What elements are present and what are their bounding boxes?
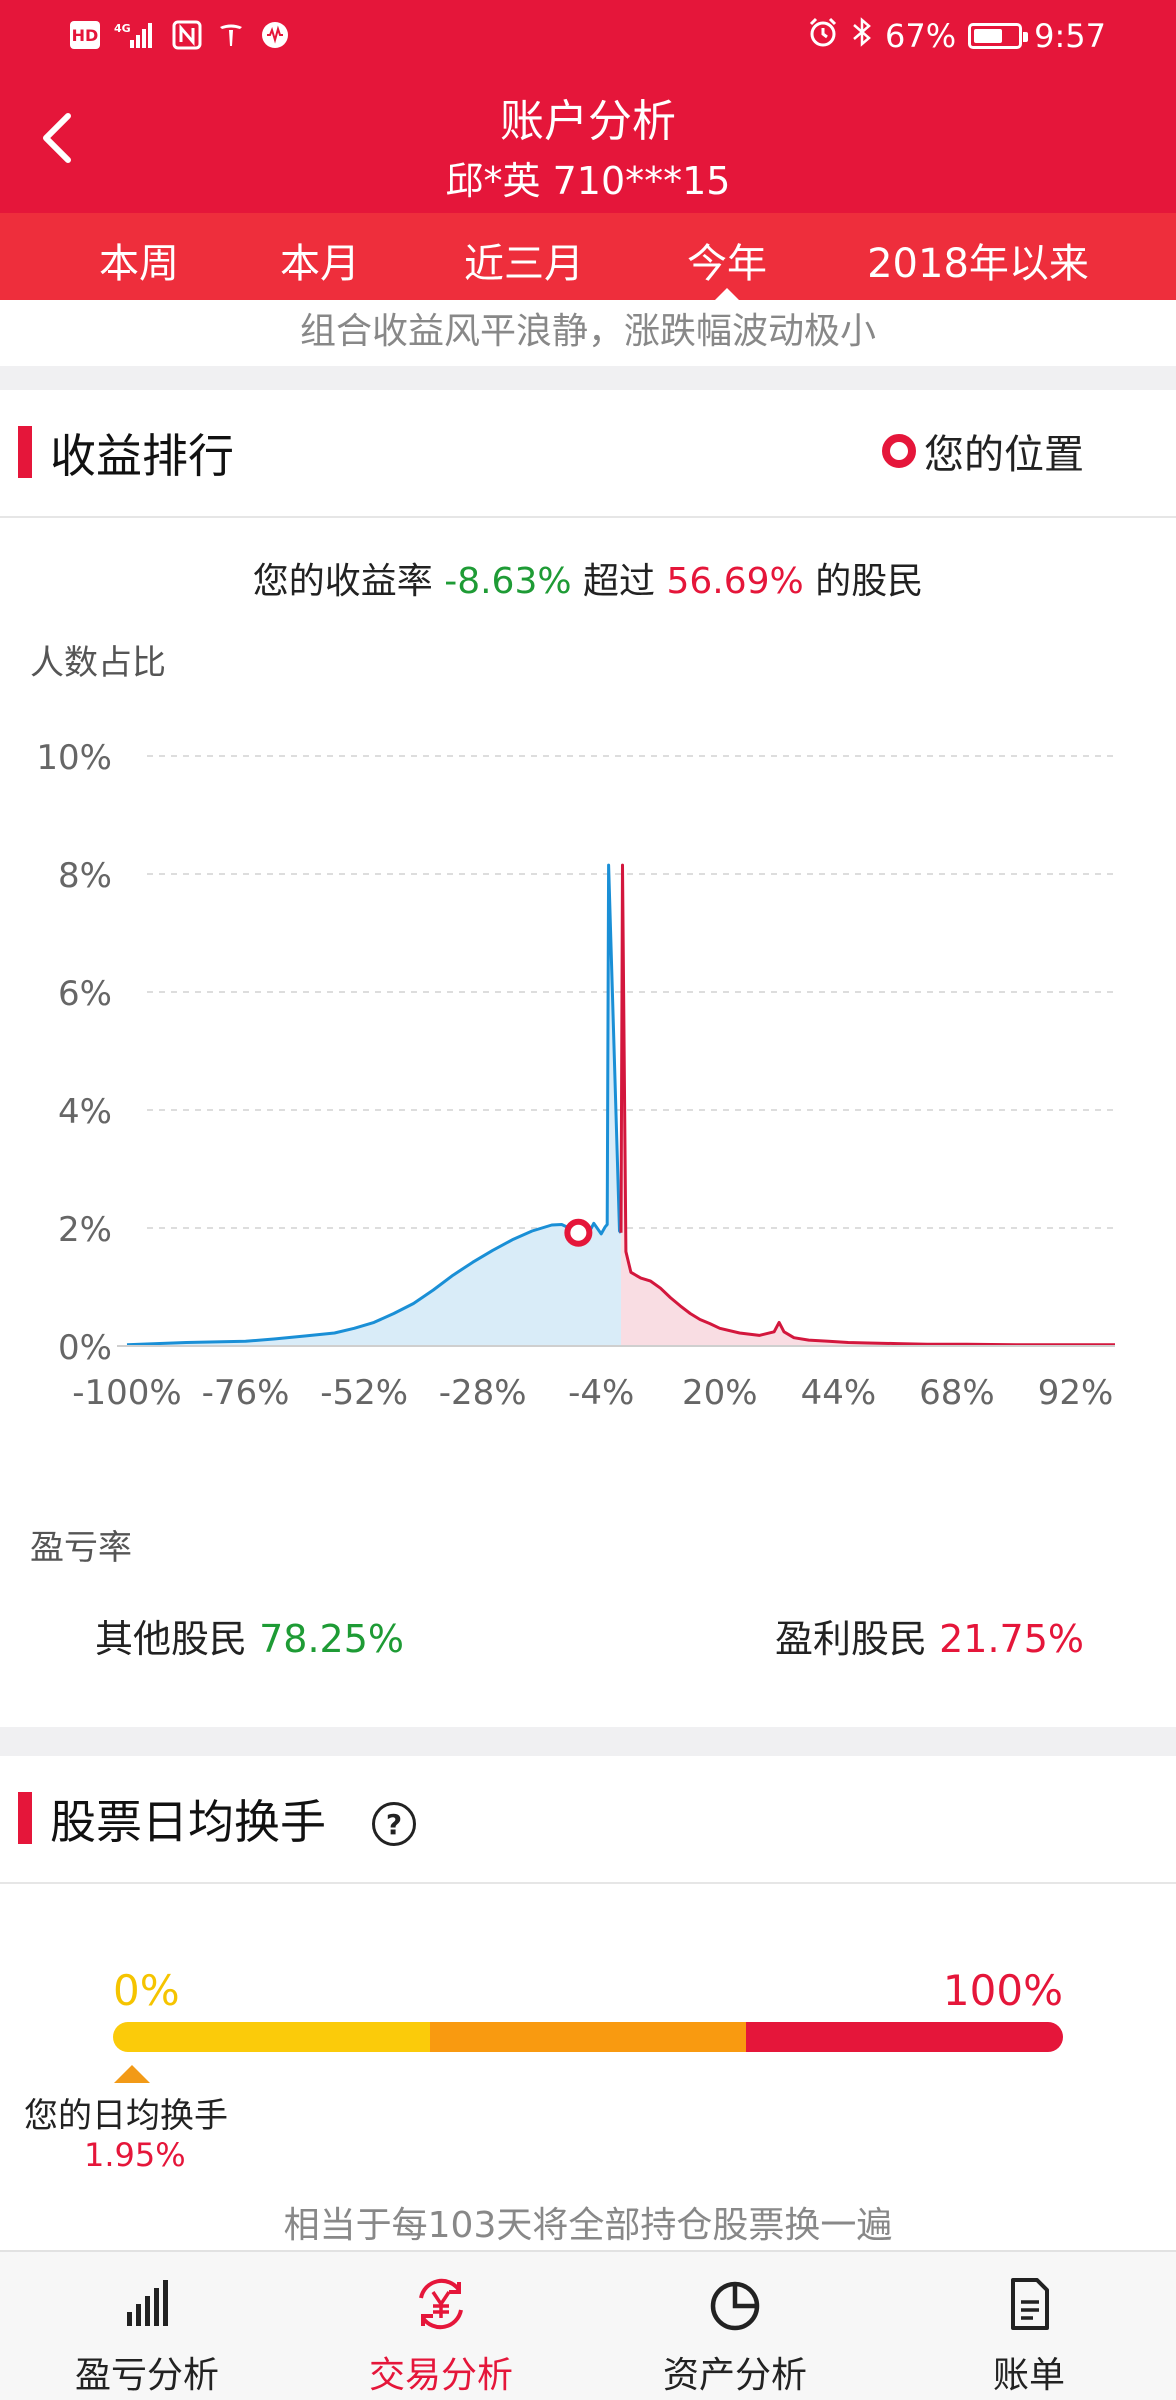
other-investors-value: 78.25% xyxy=(259,1617,405,1661)
page-title: 账户分析 xyxy=(500,96,676,147)
signal-4g-icon: 4G xyxy=(114,18,158,52)
ring-marker-icon xyxy=(882,434,916,468)
x-tick-label: 44% xyxy=(801,1373,877,1413)
tesla-icon xyxy=(216,18,246,52)
account-subtitle: 邱*英 710***15 xyxy=(445,159,731,203)
svg-text:4G: 4G xyxy=(114,22,131,35)
tab-this-year[interactable]: 今年 xyxy=(687,231,767,302)
x-tick-label: -4% xyxy=(568,1373,634,1413)
help-icon[interactable]: ? xyxy=(372,1802,416,1846)
turnover-segment-high xyxy=(746,2022,1063,2052)
description-strip: 组合收益风平浪静，涨跌幅波动极小 xyxy=(0,300,1176,366)
turnover-scale-bar xyxy=(113,2022,1063,2052)
section-accent-bar xyxy=(18,1792,32,1844)
return-distribution-chart: 0% 2% 4% 6% 8% 10% -100% -76% -52% -28% -4% 20% 44% 6… xyxy=(36,738,1115,1413)
section-accent-bar xyxy=(18,426,32,478)
alarm-icon xyxy=(807,16,839,56)
turnover-card: 股票日均换手 ? 0% 100% 您的日均换手 1.95% 相当于每103天将全… xyxy=(0,1756,1176,2250)
your-turnover-label: 您的日均换手 xyxy=(24,2096,228,2136)
turnover-header: 股票日均换手 ? xyxy=(0,1756,1176,1884)
y-tick-label: 0% xyxy=(58,1328,112,1368)
bottom-navigation: 盈亏分析 交易分析 资产分析 账单 xyxy=(0,2250,1176,2400)
yen-exchange-icon xyxy=(419,2278,463,2330)
turnover-marker xyxy=(113,2065,150,2083)
status-bar: HD 4G 67% 9:57 xyxy=(0,0,1176,72)
ranking-card: 收益排行 您的位置 您的收益率 -8.63% 超过 56.69% 的股民 人数占… xyxy=(0,390,1176,1727)
y-tick-label: 10% xyxy=(36,738,112,778)
turnover-segment-mid xyxy=(429,2022,747,2052)
period-tabs: 本周 本月 近三月 今年 2018年以来 xyxy=(0,213,1176,302)
audio-icon xyxy=(260,18,290,52)
profitable-investors-stat: 盈利股民 21.75% xyxy=(774,1617,1084,1661)
x-tick-label: -52% xyxy=(320,1373,408,1413)
ranking-header: 收益排行 您的位置 xyxy=(0,390,1176,518)
turnover-max-label: 100% xyxy=(942,1966,1063,2015)
status-right-icons: 67% 9:57 xyxy=(807,16,1106,56)
bar-chart-icon xyxy=(127,2280,168,2326)
loss-area xyxy=(127,865,621,1346)
your-position-legend: 您的位置 xyxy=(882,422,1084,480)
x-tick-label: 92% xyxy=(1038,1373,1114,1413)
turnover-title: 股票日均换手 xyxy=(50,1795,326,1849)
other-investors-stat: 其他股民 78.25% xyxy=(95,1617,405,1661)
tab-this-week[interactable]: 本周 xyxy=(99,231,179,289)
x-tick-label: -28% xyxy=(439,1373,527,1413)
x-tick-label: -100% xyxy=(72,1373,181,1413)
nav-asset-analysis[interactable]: 资产分析 xyxy=(588,2252,882,2400)
profitable-investors-value: 21.75% xyxy=(939,1617,1084,1661)
tab-since-2018[interactable]: 2018年以来 xyxy=(867,231,1089,289)
document-icon xyxy=(1011,2278,1049,2330)
your-return-rate: -8.63% xyxy=(444,561,572,602)
your-turnover-value: 1.95% xyxy=(84,2136,186,2174)
profit-area xyxy=(621,865,1115,1346)
clock: 9:57 xyxy=(1034,17,1106,55)
profit-series-line xyxy=(619,863,1115,1347)
nfc-icon xyxy=(172,18,202,52)
ranking-title: 收益排行 xyxy=(50,429,234,483)
battery-percent: 67% xyxy=(885,17,957,55)
y-tick-label: 6% xyxy=(58,974,112,1014)
x-axis-title: 盈亏率 xyxy=(30,1528,132,1568)
x-tick-label: 20% xyxy=(682,1373,758,1413)
y-tick-label: 4% xyxy=(58,1092,112,1132)
pie-chart-icon xyxy=(710,2281,760,2331)
app-header: HD 4G 67% 9:57 账户分析 邱*英 710***15 本周 本月 近… xyxy=(0,0,1176,302)
tab-this-month[interactable]: 本月 xyxy=(280,231,360,289)
description-text: 组合收益风平浪静，涨跌幅波动极小 xyxy=(299,311,876,352)
y-tick-label: 8% xyxy=(58,856,112,896)
return-summary: 您的收益率 -8.63% 超过 56.69% 的股民 xyxy=(252,561,924,602)
x-tick-label: 68% xyxy=(919,1373,995,1413)
your-position-marker xyxy=(564,1218,593,1247)
x-tick-label: -76% xyxy=(202,1373,290,1413)
turnover-segment-low xyxy=(113,2022,430,2052)
status-left-icons: HD 4G xyxy=(70,18,290,52)
nav-trade-analysis[interactable]: 交易分析 xyxy=(294,2252,588,2400)
hd-icon: HD xyxy=(70,21,100,49)
battery-icon xyxy=(968,23,1029,49)
turnover-min-label: 0% xyxy=(113,1966,180,2015)
beat-percentage: 56.69% xyxy=(666,561,804,602)
bluetooth-icon xyxy=(851,16,873,56)
your-position-label: 您的位置 xyxy=(924,432,1084,478)
y-tick-label: 2% xyxy=(58,1210,112,1250)
nav-profit-analysis[interactable]: 盈亏分析 xyxy=(0,2252,294,2400)
nav-statement[interactable]: 账单 xyxy=(882,2252,1176,2400)
tab-last-three-months[interactable]: 近三月 xyxy=(464,231,584,289)
turnover-note: 相当于每103天将全部持仓股票换一遍 xyxy=(283,2205,893,2246)
